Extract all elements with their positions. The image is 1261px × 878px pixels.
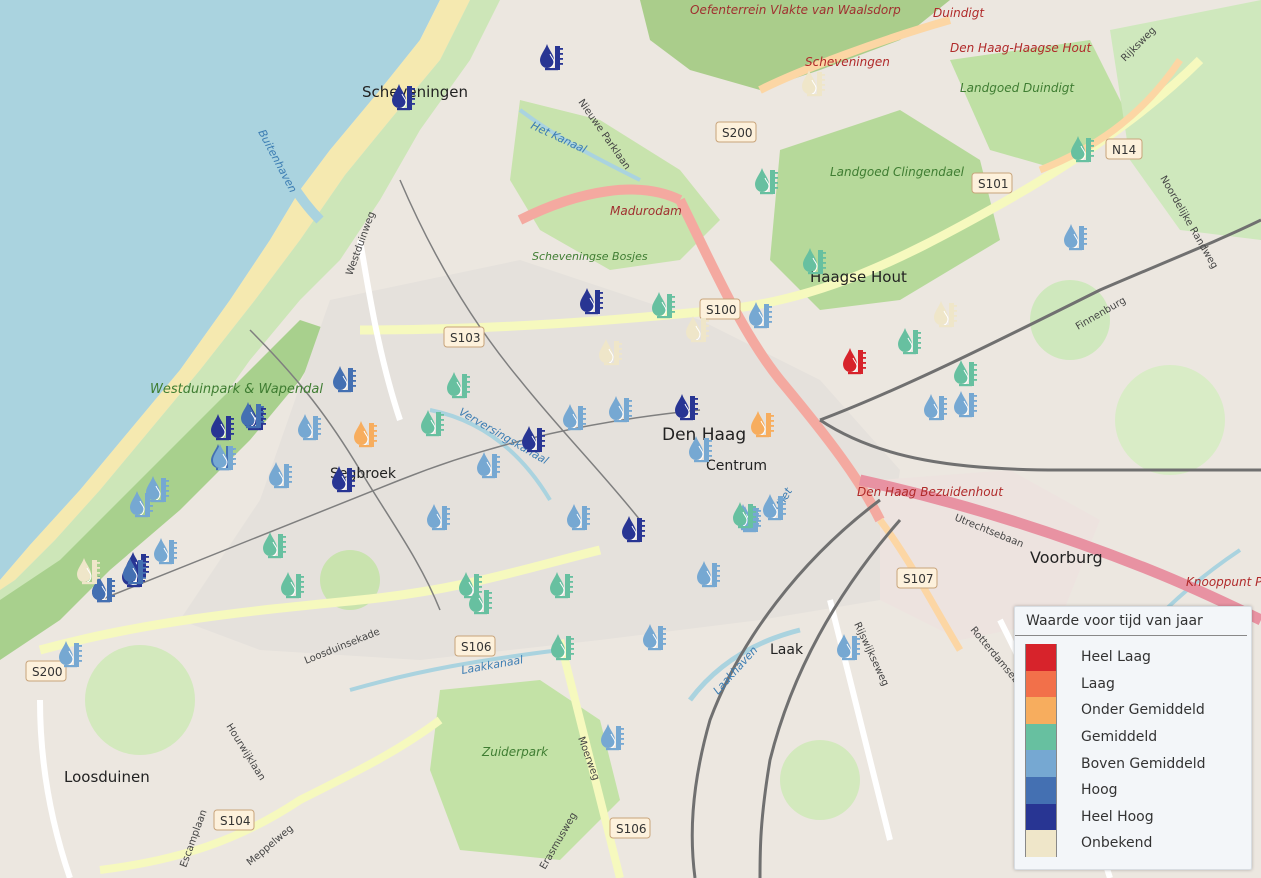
- place-label: Centrum: [706, 458, 767, 474]
- park-label: Scheveningse Bosjes: [532, 250, 648, 263]
- park-label: Landgoed Duindigt: [960, 81, 1075, 95]
- legend-label: Onbekend: [1081, 835, 1153, 852]
- station-label: Duindigt: [933, 6, 985, 20]
- legend-list: Heel Laag Laag Onder Gemiddeld Gemiddeld…: [1015, 636, 1251, 857]
- park-patch: [780, 740, 860, 820]
- legend-item: Hoog: [1025, 776, 1251, 804]
- svg-text:N14: N14: [1112, 143, 1136, 157]
- legend-swatch: [1025, 803, 1057, 831]
- svg-text:S101: S101: [978, 177, 1009, 191]
- legend-item: Boven Gemiddeld: [1025, 750, 1251, 777]
- park-label: Westduinpark & Wapendal: [150, 382, 323, 397]
- legend-swatch: [1025, 670, 1057, 698]
- legend-swatch: [1025, 644, 1057, 671]
- road-shield: S100: [699, 298, 741, 320]
- svg-text:S100: S100: [706, 303, 737, 317]
- legend-label: Boven Gemiddeld: [1081, 755, 1206, 772]
- road-shield: S200: [715, 121, 757, 143]
- park-label: Landgoed Clingendael: [830, 165, 965, 179]
- place-label: Laak: [770, 642, 804, 658]
- legend-label: Hoog: [1081, 782, 1118, 799]
- legend-swatch: [1025, 723, 1057, 751]
- legend-item: Onder Gemiddeld: [1025, 697, 1251, 724]
- legend-item: Onbekend: [1025, 830, 1251, 857]
- park-patch: [1115, 365, 1225, 475]
- road-shield: S200: [25, 660, 67, 682]
- place-label: Scheveningen: [362, 83, 468, 101]
- place-label: Haagse Hout: [810, 268, 907, 286]
- road-shield: S103: [443, 326, 485, 348]
- legend-swatch: [1025, 750, 1057, 777]
- park-label: Zuiderpark: [481, 745, 549, 759]
- road-shield: S107: [896, 567, 938, 589]
- road-shield: S101: [971, 172, 1013, 194]
- place-label: Loosduinen: [64, 768, 150, 786]
- legend-title: Waarde voor tijd van jaar: [1015, 607, 1247, 636]
- road-shield: S104: [213, 809, 255, 831]
- svg-text:S103: S103: [450, 331, 481, 345]
- station-label: Den Haag Bezuidenhout: [857, 485, 1004, 499]
- svg-text:S107: S107: [903, 572, 934, 586]
- legend-swatch: [1025, 776, 1057, 804]
- svg-text:S200: S200: [722, 126, 753, 140]
- military-label: Oefenterrein Vlakte van Waalsdorp: [690, 3, 901, 17]
- station-label: Den Haag-Haagse Hout: [950, 41, 1092, 55]
- legend-item: Laag: [1025, 670, 1251, 698]
- svg-text:S106: S106: [616, 822, 647, 836]
- legend-label: Gemiddeld: [1081, 729, 1158, 746]
- svg-text:S104: S104: [220, 814, 251, 828]
- legend-swatch: [1025, 830, 1057, 857]
- place-label: Voorburg: [1030, 548, 1103, 567]
- map-legend: Waarde voor tijd van jaar Heel Laag Laag…: [1014, 606, 1252, 870]
- legend-swatch: [1025, 697, 1057, 724]
- legend-label: Laag: [1081, 675, 1115, 692]
- svg-text:S106: S106: [461, 640, 492, 654]
- junction-label: Knooppunt Pr: [1186, 575, 1261, 589]
- svg-text:S200: S200: [32, 665, 63, 679]
- legend-item: Heel Laag: [1025, 644, 1251, 671]
- legend-label: Heel Laag: [1081, 649, 1151, 666]
- road-shield: N14: [1105, 138, 1143, 160]
- legend-item: Gemiddeld: [1025, 723, 1251, 751]
- road-shield: S106: [609, 817, 651, 839]
- park-patch: [85, 645, 195, 755]
- station-label: Scheveningen: [805, 55, 890, 69]
- poi-label: Madurodam: [610, 204, 682, 218]
- legend-item: Heel Hoog: [1025, 803, 1251, 831]
- legend-label: Onder Gemiddeld: [1081, 702, 1205, 719]
- road-shield: S106: [454, 635, 496, 657]
- legend-label: Heel Hoog: [1081, 808, 1154, 825]
